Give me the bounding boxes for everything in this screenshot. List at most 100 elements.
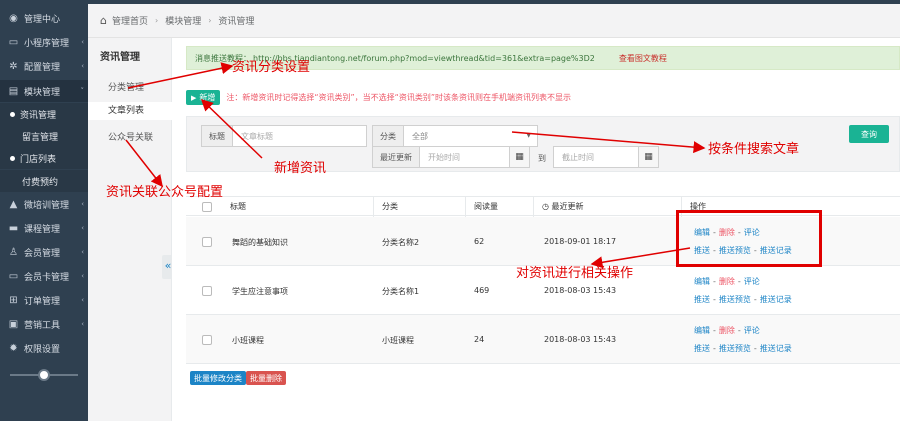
monitor-icon: ▭ bbox=[8, 36, 19, 48]
cart-icon: ⊞ bbox=[9, 294, 18, 306]
push-record-link[interactable]: 推送记录 bbox=[760, 344, 792, 353]
push-preview-link[interactable]: 推送预览 bbox=[719, 344, 751, 353]
calendar-icon[interactable]: ▦ bbox=[509, 147, 529, 167]
sidebar-item-courses[interactable]: ▬ 课程管理 ‹ bbox=[0, 217, 88, 239]
tutorial-link[interactable]: 查看图文教程 bbox=[619, 53, 667, 64]
table-row: 小班课程 小班课程 24 2018-08-03 15:43 编辑 - 删除 - 评论 推… bbox=[186, 315, 900, 364]
sidebar-item-permissions[interactable]: ✹ 权限设置 bbox=[0, 337, 88, 359]
separator: - bbox=[753, 295, 757, 304]
separator: - bbox=[713, 295, 716, 304]
sidebar-scroll-slider[interactable] bbox=[10, 369, 78, 381]
row-actions-line1: 编辑 - 删除 - 评论 bbox=[694, 325, 760, 336]
chevron-left-icon: ‹ bbox=[81, 224, 84, 232]
edit-link[interactable]: 编辑 bbox=[694, 326, 710, 335]
sidebar-item-members[interactable]: ♙ 会员管理 ‹ bbox=[0, 241, 88, 263]
screen: { "sidebar": { "items": [ {"icon": "pale… bbox=[0, 0, 900, 421]
clock-icon: ◷ bbox=[542, 202, 552, 211]
secondary-nav: 资讯管理 分类管理 文章列表 公众号关联 bbox=[88, 38, 172, 421]
row-actions-line2: 推送 - 推送预览 - 推送记录 bbox=[694, 294, 792, 305]
sidebar-item-label: 订单管理 bbox=[24, 296, 61, 307]
sidebar-item-label: 营销工具 bbox=[24, 320, 61, 331]
sidebar-item-miniprogram[interactable]: ▭ 小程序管理 ‹ bbox=[0, 31, 88, 53]
category-select[interactable]: 全部 bbox=[404, 126, 537, 146]
breadcrumb-item[interactable]: 管理首页 bbox=[112, 14, 148, 27]
col-title: 标题 bbox=[222, 197, 374, 217]
cell-title: 舞蹈的基础知识 bbox=[232, 238, 288, 247]
push-record-link[interactable]: 推送记录 bbox=[760, 295, 792, 304]
annotation-operate: 对资讯进行相关操作 bbox=[516, 266, 634, 281]
sidebar-item-admin-center[interactable]: ◉ 管理中心 bbox=[0, 7, 88, 29]
sidebar-subitem-stores[interactable]: 门店列表 bbox=[0, 147, 88, 169]
row-actions-line2: 推送 - 推送预览 - 推送记录 bbox=[694, 343, 792, 354]
sidebar-item-modules[interactable]: ▤ 模块管理 ˅ bbox=[0, 80, 88, 102]
nav-article-list[interactable]: 文章列表 bbox=[88, 102, 172, 120]
edit-link[interactable]: 编辑 bbox=[694, 277, 710, 286]
sidebar-subitem-news[interactable]: 资讯管理 bbox=[0, 103, 88, 125]
separator: - bbox=[713, 326, 716, 335]
breadcrumb: ⌂ 管理首页 › 模块管理 › 资讯管理 bbox=[88, 0, 900, 38]
sidebar-subitem-messages[interactable]: 留言管理 bbox=[0, 125, 88, 147]
annotation-highlight-box bbox=[676, 210, 822, 267]
nav-category-manage[interactable]: 分类管理 bbox=[108, 80, 144, 93]
cell-reads: 24 bbox=[474, 335, 485, 344]
nav-official-account-link[interactable]: 公众号关联 bbox=[108, 130, 153, 143]
user-icon: ♙ bbox=[9, 246, 18, 258]
bullet-icon bbox=[10, 155, 15, 161]
bullet-icon bbox=[10, 111, 15, 117]
sidebar-item-label: 会员卡管理 bbox=[24, 272, 70, 283]
annotation-category: 资讯分类设置 bbox=[232, 60, 311, 75]
row-checkbox[interactable] bbox=[202, 237, 212, 247]
sidebar-item-label: 小程序管理 bbox=[24, 38, 70, 49]
chevron-down-icon: ˅ bbox=[80, 87, 85, 95]
end-date-input[interactable]: 截止时间 bbox=[554, 147, 638, 167]
search-button[interactable]: 查询 bbox=[849, 125, 889, 143]
date-to-label: 到 bbox=[538, 154, 546, 163]
delete-link[interactable]: 删除 bbox=[719, 277, 735, 286]
cell-updated: 2018-08-03 15:43 bbox=[544, 335, 617, 344]
col-reads: 阅读量 bbox=[466, 197, 534, 217]
separator: - bbox=[753, 344, 757, 353]
add-news-button[interactable]: ▶ 新增 bbox=[186, 90, 221, 105]
briefcase-icon: ▣ bbox=[8, 318, 19, 330]
home-icon[interactable]: ⌂ bbox=[100, 14, 107, 27]
sidebar-item-member-cards[interactable]: ▭ 会员卡管理 ‹ bbox=[0, 265, 88, 287]
category-label: 分类 bbox=[373, 126, 404, 146]
comment-link[interactable]: 评论 bbox=[744, 326, 760, 335]
caret-down-icon: ▼ bbox=[526, 132, 531, 139]
row-checkbox[interactable] bbox=[202, 335, 212, 345]
breadcrumb-item[interactable]: 模块管理 bbox=[165, 14, 201, 27]
annotation-add-news: 新增资讯 bbox=[274, 161, 327, 176]
comment-link[interactable]: 评论 bbox=[744, 277, 760, 286]
category-select-group: 分类 全部 ▼ bbox=[372, 125, 538, 147]
bulk-delete-button[interactable]: 批量删除 bbox=[246, 371, 286, 385]
add-note: 注：新增资讯时记得选择“资讯类别”，当不选择“资讯类别”时该条资讯则在手机端资讯… bbox=[226, 93, 571, 102]
calendar-icon[interactable]: ▦ bbox=[638, 147, 658, 167]
push-link[interactable]: 推送 bbox=[694, 344, 710, 353]
cell-title: 小班课程 bbox=[232, 336, 264, 345]
select-all-checkbox[interactable] bbox=[202, 202, 212, 212]
sidebar-item-label: 模块管理 bbox=[24, 87, 61, 98]
push-link[interactable]: 推送 bbox=[694, 295, 710, 304]
push-preview-link[interactable]: 推送预览 bbox=[719, 295, 751, 304]
sidebar-item-orders[interactable]: ⊞ 订单管理 ‹ bbox=[0, 289, 88, 311]
chevron-left-icon: ‹ bbox=[81, 272, 84, 280]
sidebar-item-config[interactable]: ✲ 配置管理 ‹ bbox=[0, 55, 88, 77]
sidebar-subitem-paid-booking[interactable]: 付费预约 bbox=[0, 170, 88, 192]
title-search-input[interactable]: 文章标题 bbox=[233, 126, 366, 146]
delete-link[interactable]: 删除 bbox=[719, 326, 735, 335]
sidebar-item-marketing[interactable]: ▣ 营销工具 ‹ bbox=[0, 313, 88, 335]
row-checkbox[interactable] bbox=[202, 286, 212, 296]
slider-knob[interactable] bbox=[38, 369, 50, 381]
breadcrumb-item-current: 资讯管理 bbox=[218, 17, 255, 27]
separator: - bbox=[737, 326, 741, 335]
sidebar-item-label: 管理中心 bbox=[24, 14, 61, 25]
bulk-edit-category-button[interactable]: 批量修改分类 bbox=[190, 371, 246, 385]
book-icon: ▬ bbox=[8, 222, 19, 234]
add-news-label: 新增 bbox=[199, 93, 216, 102]
sidebar-item-training[interactable]: ▲ 微培训管理 ‹ bbox=[0, 193, 88, 215]
sidebar-item-label: 权限设置 bbox=[24, 344, 61, 355]
col-updated: ◷ 最近更新 bbox=[534, 197, 682, 217]
cell-reads: 469 bbox=[474, 286, 490, 295]
start-date-input[interactable]: 开始时间 bbox=[420, 147, 509, 167]
sidebar-item-label: 配置管理 bbox=[24, 62, 61, 73]
